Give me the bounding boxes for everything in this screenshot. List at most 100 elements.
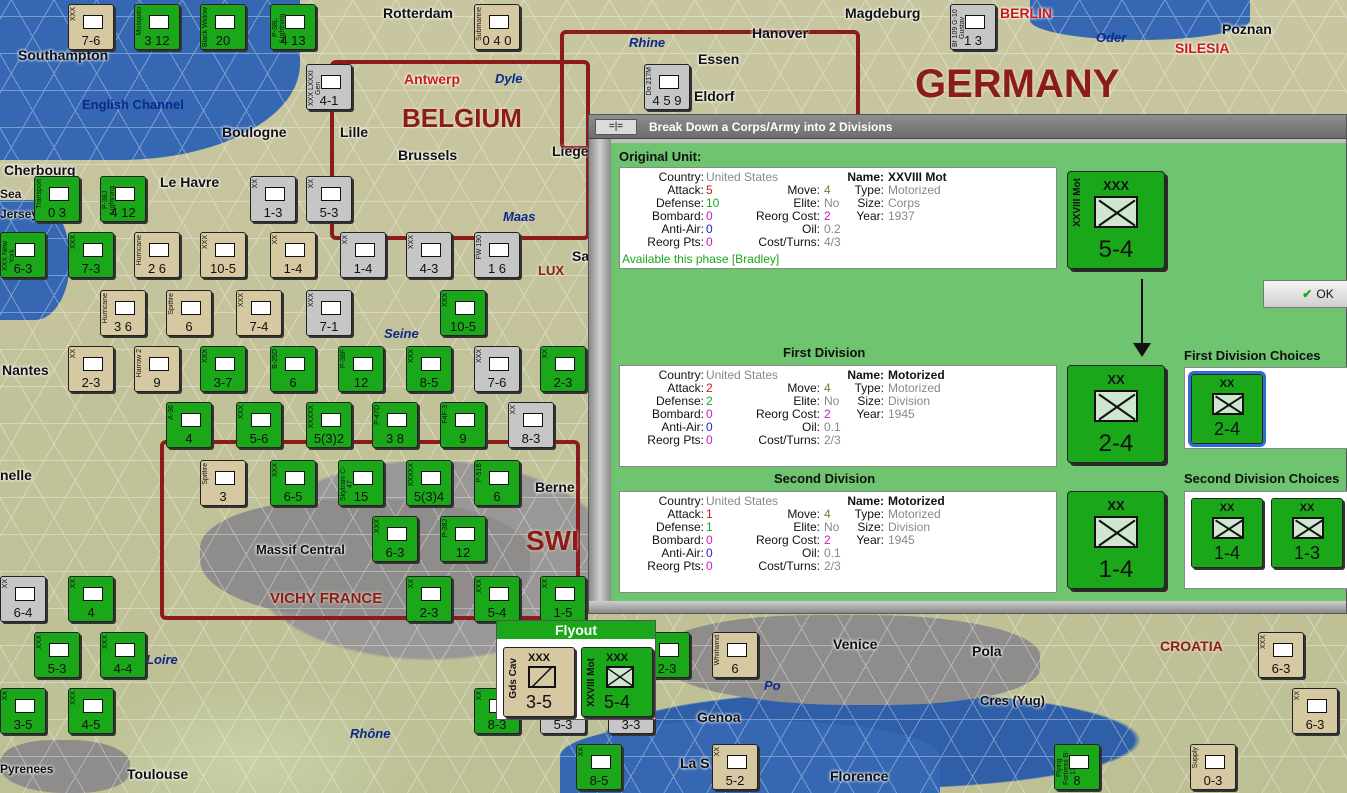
counter-strength: 6-3 [1305,717,1325,732]
map-counter[interactable]: XX 3-5 [0,688,46,734]
map-counter[interactable]: B-25D 6 [270,346,316,392]
counter-strength: 3-7 [213,375,233,390]
map-counter[interactable]: F4F-3 9 [440,402,486,448]
map-counter[interactable]: Whirlwind 6 [712,632,758,678]
map-counter[interactable]: XX 1-5 [540,576,586,622]
unit-symbol-icon [215,15,235,29]
map-counter[interactable]: Hurricane 3 6 [100,290,146,336]
counter-strength: 9 [459,431,467,446]
map-counter[interactable]: XXX 10-5 [440,290,486,336]
unit-symbol-icon [353,357,373,371]
dialog-titlebar[interactable]: =|= Break Down a Corps/Army into 2 Divis… [589,115,1346,139]
map-counter[interactable]: XX 6-3 [1292,688,1338,734]
map-counter[interactable]: FW 190 1 6 [474,232,520,278]
map-counter[interactable]: Spitfire 3 [200,460,246,506]
map-counter[interactable]: Bf 109 G-10 Gustav 1 3 [950,4,996,50]
map-counter[interactable]: Harrow 2 9 [134,346,180,392]
map-counter[interactable]: XX 1-3 [250,176,296,222]
map-counter[interactable]: Transport 0 3 [34,176,80,222]
unit-symbol-icon [83,587,103,601]
map-counter[interactable]: Flying Fortress B-17G8 [1054,744,1100,790]
label-name: Name: [847,170,884,184]
original-unit-counter[interactable]: XXVIII Mot XXX 5-4 [1067,171,1165,269]
region-croatia: CROATIA [1160,638,1223,654]
map-counter[interactable]: XXX LXXXI Gen 4-1 [306,64,352,110]
second-division-choices-list[interactable]: XX 1-4 XX 1-3 [1184,491,1347,589]
second-division-counter[interactable]: XX 1-4 [1067,491,1165,589]
map-counter[interactable]: XX 5-3 [306,176,352,222]
label-attack: Attack: [667,183,704,197]
map-counter[interactable]: XXX 6-3 [372,516,418,562]
map-counter[interactable]: P-38J Lightning 4 12 [100,176,146,222]
map-counter[interactable]: Do 217M 4 5 9 [644,64,690,110]
map-counter[interactable]: XXX 7-6 [68,4,114,50]
map-counter[interactable]: XX 1-4 [340,232,386,278]
choice-size: XX [1219,502,1235,514]
map-counter[interactable]: XX 2-3 [540,346,586,392]
map-counter[interactable]: XXX 7-1 [306,290,352,336]
map-counter[interactable]: XXX 6-3 [1258,632,1304,678]
counter-type: XXX [272,463,279,478]
map-counter[interactable]: XX 8-3 [508,402,554,448]
map-counter[interactable]: Spitfire 6 [166,290,212,336]
map-counter[interactable]: XX 2-3 [68,346,114,392]
map-counter[interactable]: Skytrain C-47 15 [338,460,384,506]
counter-type: F4F-3 [442,405,449,424]
map-counter[interactable]: Black Widow 20 [200,4,246,50]
map-counter[interactable]: Mosquito 3 12 [134,4,180,50]
second-division-choice-1[interactable]: XX 1-4 [1191,498,1263,568]
map-counter[interactable]: P-51B 6 [474,460,520,506]
map-counter[interactable]: XX 5-2 [712,744,758,790]
map-counter[interactable]: XX 6-4 [0,576,46,622]
map-counter[interactable]: XXX 5-3 [34,632,80,678]
map-counter[interactable]: P-38J 12 [440,516,486,562]
flyout-unit-xxviii-mot[interactable]: XXVIII Mot XXX 5-4 [581,647,653,717]
map-counter[interactable]: P-38L Lightning 4 13 [270,4,316,50]
flyout-unit-gds-cav[interactable]: Gds Cav XXX 3-5 [503,647,575,717]
map-counter[interactable]: XX 4 [68,576,114,622]
counter-strength: 6-3 [385,545,405,560]
map-counter[interactable]: XXX 7-6 [474,346,520,392]
map-counter[interactable]: P-47D 3 8 [372,402,418,448]
first-division-choice-1[interactable]: XX 2-4 [1188,371,1266,447]
second-division-choice-2[interactable]: XX 1-3 [1271,498,1343,568]
choice-size: XX [1299,502,1315,514]
map-counter[interactable]: XXX 4-5 [68,688,114,734]
counter-type: XXX [476,579,483,594]
map-counter[interactable]: XX 2-3 [406,576,452,622]
flyout-panel[interactable]: Flyout Gds Cav XXX 3-5 XXVIII Mot XXX 5-… [496,620,656,720]
map-counter[interactable]: XXX 4-3 [406,232,452,278]
map-counter[interactable]: Supply 0-3 [1190,744,1236,790]
map-counter[interactable]: XXX New York 6-3 [0,232,46,278]
map-counter[interactable]: XXX 6-5 [270,460,316,506]
place-toulouse: Toulouse [127,766,189,782]
map-counter[interactable]: XXX 5-6 [236,402,282,448]
counter-type: XXX [102,635,109,650]
counter-type: P-51B [476,463,483,483]
label-year: Year: [856,209,884,223]
breakdown-dialog[interactable]: =|= Break Down a Corps/Army into 2 Divis… [588,114,1347,614]
window-menu-icon[interactable]: =|= [595,119,637,135]
map-counter[interactable]: XXX 3-7 [200,346,246,392]
map-counter[interactable]: P-38F 12 [338,346,384,392]
map-counter[interactable]: XXXXX 5(3)4 [406,460,452,506]
map-counter[interactable]: XXX 4-4 [100,632,146,678]
motorized-infantry-icon [606,666,634,688]
region-swi: SWI [526,525,579,556]
ok-button[interactable]: ✔ OK [1263,280,1347,308]
first-division-choices-list[interactable]: XX 2-4 [1184,367,1347,449]
map-counter[interactable]: Submarine 0 4 0 [474,4,520,50]
map-counter[interactable]: Hurricane 2 6 [134,232,180,278]
map-counter[interactable]: A-36 4 [166,402,212,448]
map-counter[interactable]: XXX 8-5 [406,346,452,392]
map-counter[interactable]: XXX 7-3 [68,232,114,278]
first-division-counter[interactable]: XX 2-4 [1067,365,1165,463]
map-counter[interactable]: XXX 5-4 [474,576,520,622]
original-unit-counter-size: XXX [1102,178,1129,193]
map-counter[interactable]: XXX 10-5 [200,232,246,278]
map-counter[interactable]: XXX 7-4 [236,290,282,336]
map-counter[interactable]: XXXXX 5(3)2 [306,402,352,448]
unit-symbol-icon [181,413,201,427]
map-counter[interactable]: XX 8-5 [576,744,622,790]
map-counter[interactable]: XX 1-4 [270,232,316,278]
